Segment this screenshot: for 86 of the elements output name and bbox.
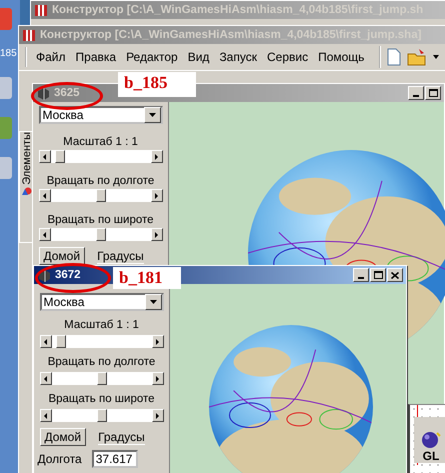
minimize-button[interactable] xyxy=(353,268,369,282)
side-tab-label: Элементы xyxy=(20,132,32,185)
window-title: 3672 xyxy=(55,269,81,281)
slider-label: Вращать по широте xyxy=(48,393,155,405)
triangle-left-icon xyxy=(44,338,47,344)
scrollbar[interactable] xyxy=(38,228,162,241)
scroll-left-button[interactable] xyxy=(40,335,52,348)
scroll-left-button[interactable] xyxy=(40,372,52,385)
sphere-icon xyxy=(420,429,442,449)
home-button[interactable]: Домой xyxy=(38,247,86,265)
slider-label: Вращать по долготе xyxy=(46,175,154,187)
slider-thumb[interactable] xyxy=(96,228,106,241)
annotation-ellipse xyxy=(31,82,103,110)
triangle-left-icon xyxy=(44,412,47,418)
new-document-icon[interactable] xyxy=(387,48,402,66)
scrollbar[interactable] xyxy=(40,409,164,422)
scroll-right-button[interactable] xyxy=(152,409,164,422)
caret-icon xyxy=(150,300,156,304)
triangle-left-icon xyxy=(44,376,47,382)
slider-label: Вращать по долготе xyxy=(48,356,156,368)
scroll-left-button[interactable] xyxy=(38,228,50,241)
scroll-right-button[interactable] xyxy=(152,335,164,348)
close-button[interactable] xyxy=(387,268,403,282)
triangle-right-icon xyxy=(155,232,158,238)
longitude-field[interactable]: 37.617 xyxy=(92,450,138,468)
slider-thumb[interactable] xyxy=(96,409,106,422)
slider-label: Масштаб 1 : 1 xyxy=(63,136,138,148)
app-icon xyxy=(22,28,36,42)
menu-item[interactable]: Помощь xyxy=(313,50,370,64)
caret-icon xyxy=(148,113,156,117)
minimize-button[interactable] xyxy=(408,86,424,100)
scrollbar[interactable] xyxy=(38,189,162,202)
folder-icon[interactable] xyxy=(407,48,428,66)
annotation-label: b_185 xyxy=(118,72,196,97)
shapes-icon xyxy=(22,184,32,195)
gl-component[interactable]: GL xyxy=(414,417,445,463)
triangle-right-icon xyxy=(156,338,159,344)
scroll-left-button[interactable] xyxy=(38,189,50,202)
slider-thumb[interactable] xyxy=(56,335,66,348)
menu-item[interactable]: Вид xyxy=(182,50,214,64)
scroll-right-button[interactable] xyxy=(150,228,162,241)
menu-item[interactable]: Редактор xyxy=(121,50,183,64)
slider-label: Вращать по широте xyxy=(47,214,154,226)
component-label: GL xyxy=(422,449,440,463)
scroll-right-button[interactable] xyxy=(152,372,164,385)
longitude-label: Долгота xyxy=(38,452,82,466)
triangle-right-icon xyxy=(156,412,159,418)
home-button[interactable]: Домой xyxy=(40,428,86,446)
city-dropdown[interactable]: Москва xyxy=(38,106,162,124)
maximize-button[interactable] xyxy=(425,86,441,100)
app-icon xyxy=(34,3,48,17)
side-tab[interactable]: Элементы xyxy=(19,131,33,243)
desktop-label: 185 xyxy=(0,48,18,59)
menu-item[interactable]: Файл xyxy=(31,50,71,64)
triangle-right-icon xyxy=(155,154,158,160)
maximize-button[interactable] xyxy=(370,268,386,282)
menu-item[interactable]: Сервис xyxy=(262,50,314,64)
triangle-right-icon xyxy=(156,376,159,382)
scroll-left-button[interactable] xyxy=(38,150,50,163)
cube-icon xyxy=(36,86,50,100)
slider-label: Масштаб 1 : 1 xyxy=(64,319,139,331)
scrollbar[interactable] xyxy=(40,372,164,385)
triangle-right-icon xyxy=(155,192,158,198)
maximize-icon xyxy=(374,271,382,279)
scrollbar[interactable] xyxy=(40,335,164,348)
slider-thumb[interactable] xyxy=(96,189,106,202)
menu-item[interactable]: Правка xyxy=(70,50,122,64)
menu-item[interactable]: Запуск xyxy=(214,50,262,64)
scrollbar[interactable] xyxy=(38,150,162,163)
cube-icon xyxy=(37,268,51,282)
degrees-label: Градусы xyxy=(97,248,144,264)
city-dropdown[interactable]: Москва xyxy=(40,293,164,311)
triangle-left-icon xyxy=(43,232,46,238)
slider-thumb[interactable] xyxy=(55,150,65,163)
maximize-icon xyxy=(428,89,438,97)
caret-icon[interactable] xyxy=(433,55,440,59)
scroll-left-button[interactable] xyxy=(40,409,52,422)
annotation-label: b_181 xyxy=(113,267,181,289)
window-title: 3625 xyxy=(54,87,80,99)
slider-thumb[interactable] xyxy=(96,372,106,385)
triangle-left-icon xyxy=(43,154,46,160)
triangle-left-icon xyxy=(43,192,46,198)
scroll-right-button[interactable] xyxy=(150,189,162,202)
degrees-label: Градусы xyxy=(98,430,145,444)
close-icon xyxy=(391,272,399,278)
scroll-right-button[interactable] xyxy=(150,150,162,163)
